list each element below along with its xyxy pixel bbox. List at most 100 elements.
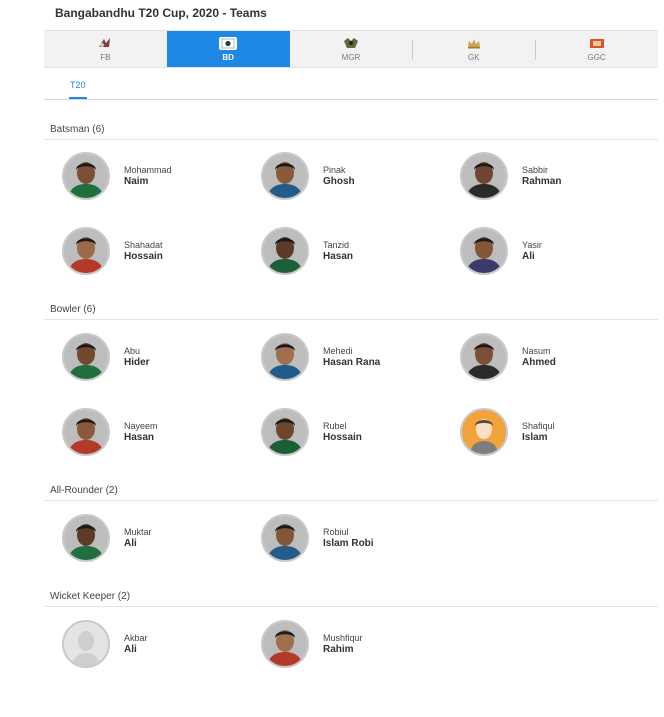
player-first-name: Robiul — [323, 527, 349, 537]
player-last-name: Islam — [522, 432, 548, 443]
player-name: Mohammad Naim — [124, 165, 172, 187]
player-first-name: Shafiqul — [522, 421, 555, 431]
tab-t20[interactable]: T20 — [70, 80, 86, 90]
player-last-name: Hossain — [323, 432, 362, 443]
player-name: Shahadat Hossain — [124, 240, 163, 262]
player-last-name: Hasan — [323, 251, 354, 262]
tab-bd[interactable]: BD — [166, 31, 290, 67]
tab-mgr[interactable]: MGR — [290, 31, 413, 67]
player-avatar — [261, 514, 309, 562]
player-avatar — [261, 408, 309, 456]
player-last-name: Ahmed — [522, 357, 556, 368]
player-first-name: Tanzid — [323, 240, 350, 250]
player-card[interactable]: Abu Hider — [62, 333, 150, 381]
player-card[interactable]: Akbar Ali — [62, 620, 148, 668]
player-last-name: Ali — [522, 251, 535, 262]
ggc-team-logo-icon — [588, 37, 606, 50]
player-last-name: Ghosh — [323, 176, 355, 187]
player-first-name: Mohammad — [124, 165, 172, 175]
player-card[interactable]: Mehedi Hasan Rana — [261, 333, 380, 381]
player-card[interactable]: Rubel Hossain — [261, 408, 362, 456]
section-header: Wicket Keeper (2) — [44, 591, 658, 607]
section-header: All-Rounder (2) — [44, 485, 658, 501]
player-name: Muktar Ali — [124, 527, 152, 549]
player-name: Akbar Ali — [124, 633, 148, 655]
tab-gk-label: GK — [468, 52, 480, 62]
player-card[interactable]: Yasir Ali — [460, 227, 542, 275]
player-card[interactable]: Pinak Ghosh — [261, 152, 355, 200]
player-avatar — [62, 333, 110, 381]
format-tab-bar: T20 — [44, 68, 658, 100]
player-card[interactable]: Sabbir Rahman — [460, 152, 561, 200]
player-last-name: Ali — [124, 644, 137, 655]
player-first-name: Nasum — [522, 346, 551, 356]
player-name: Shafiqul Islam — [522, 421, 555, 443]
player-card[interactable]: Tanzid Hasan — [261, 227, 353, 275]
player-last-name: Hasan — [124, 432, 155, 443]
player-name: Nayeem Hasan — [124, 421, 158, 443]
player-last-name: Hasan Rana — [323, 357, 381, 368]
tab-bd-label: BD — [222, 52, 234, 62]
player-last-name: Ali — [124, 538, 137, 549]
player-first-name: Abu — [124, 346, 141, 356]
team-tab-bar: FB BD MGR GK GGC — [44, 30, 658, 68]
player-name: Sabbir Rahman — [522, 165, 561, 187]
player-avatar — [62, 408, 110, 456]
tab-ggc-label: GGC — [587, 52, 606, 62]
player-name: Mushfiqur Rahim — [323, 633, 363, 655]
tab-fb[interactable]: FB — [44, 31, 167, 67]
player-first-name: Yasir — [522, 240, 542, 250]
section-header: Batsman (6) — [44, 124, 658, 140]
player-card[interactable]: Nasum Ahmed — [460, 333, 556, 381]
player-first-name: Pinak — [323, 165, 346, 175]
player-last-name: Naim — [124, 176, 149, 187]
player-avatar — [460, 227, 508, 275]
player-last-name: Rahman — [522, 176, 562, 187]
player-name: Tanzid Hasan — [323, 240, 353, 262]
fb-team-logo-icon — [96, 37, 114, 50]
player-card[interactable]: Mushfiqur Rahim — [261, 620, 363, 668]
player-name: Yasir Ali — [522, 240, 542, 262]
tab-fb-label: FB — [100, 52, 111, 62]
player-card[interactable]: Shafiqul Islam — [460, 408, 555, 456]
player-avatar — [261, 333, 309, 381]
player-card[interactable]: Muktar Ali — [62, 514, 152, 562]
player-last-name: Islam Robi — [323, 538, 374, 549]
player-first-name: Rubel — [323, 421, 347, 431]
player-avatar — [261, 152, 309, 200]
player-avatar — [261, 620, 309, 668]
player-first-name: Muktar — [124, 527, 152, 537]
player-name: Robiul Islam Robi — [323, 527, 374, 549]
player-last-name: Hossain — [124, 251, 163, 262]
player-first-name: Mushfiqur — [323, 633, 363, 643]
player-avatar — [62, 514, 110, 562]
player-first-name: Shahadat — [124, 240, 163, 250]
player-card[interactable]: Mohammad Naim — [62, 152, 172, 200]
player-name: Mehedi Hasan Rana — [323, 346, 380, 368]
tab-gk[interactable]: GK — [412, 31, 535, 67]
player-card[interactable]: Nayeem Hasan — [62, 408, 158, 456]
player-card[interactable]: Robiul Islam Robi — [261, 514, 374, 562]
section-title: All-Rounder (2) — [50, 485, 118, 496]
player-avatar — [62, 152, 110, 200]
player-avatar — [460, 333, 508, 381]
mgr-team-logo-icon — [342, 37, 360, 50]
section-title: Batsman (6) — [50, 124, 105, 135]
section-header: Bowler (6) — [44, 304, 658, 320]
player-avatar — [460, 152, 508, 200]
page-title: Bangabandhu T20 Cup, 2020 - Teams — [55, 6, 267, 20]
player-first-name: Mehedi — [323, 346, 353, 356]
tab-t20-underline — [69, 97, 87, 99]
player-card[interactable]: Shahadat Hossain — [62, 227, 163, 275]
gk-team-logo-icon — [465, 37, 483, 50]
player-avatar — [62, 620, 110, 668]
player-avatar — [62, 227, 110, 275]
section-title: Bowler (6) — [50, 304, 96, 315]
player-name: Pinak Ghosh — [323, 165, 355, 187]
player-first-name: Sabbir — [522, 165, 549, 175]
player-name: Abu Hider — [124, 346, 150, 368]
player-avatar — [460, 408, 508, 456]
tab-ggc[interactable]: GGC — [535, 31, 658, 67]
player-name: Nasum Ahmed — [522, 346, 556, 368]
tab-mgr-label: MGR — [341, 52, 361, 62]
